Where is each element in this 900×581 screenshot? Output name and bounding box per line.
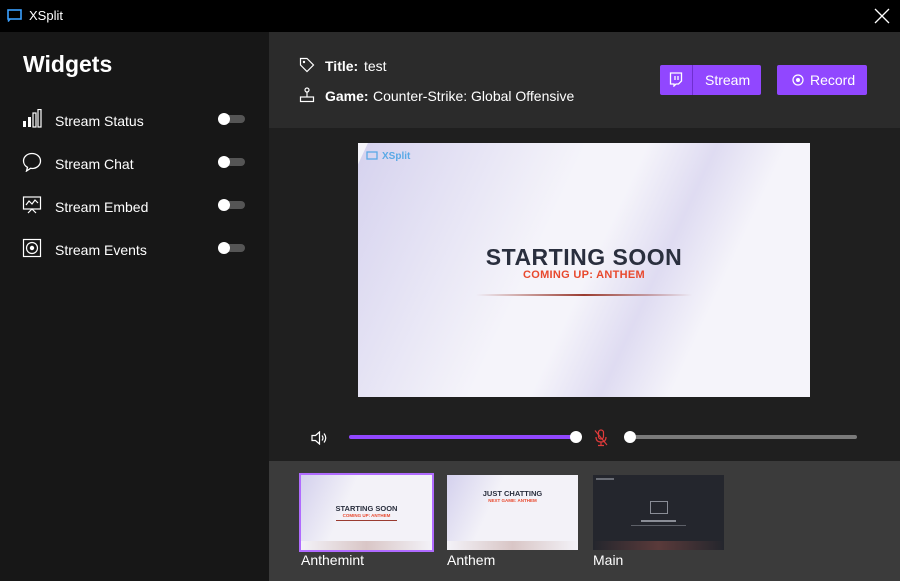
widget-label: Stream Chat [55, 156, 134, 172]
scene-preview[interactable]: XSplit STARTING SOON COMING UP: ANTHEM [358, 143, 810, 397]
stream-button-label: Stream [705, 72, 751, 88]
thumb-title: JUST CHATTING [482, 489, 543, 498]
close-icon[interactable] [868, 4, 896, 28]
widget-item-stream-status[interactable]: Stream Status [0, 102, 269, 138]
speaker-volume-thumb[interactable] [570, 431, 582, 443]
stream-info-header: Title: test Game: Counter-Strike: Global… [269, 32, 900, 128]
stream-button[interactable]: Stream [660, 65, 761, 95]
title-bar: XSplit [0, 0, 900, 32]
stream-events-toggle[interactable] [218, 242, 245, 254]
preview-title: STARTING SOON [485, 244, 683, 270]
title-label: Title: [325, 58, 359, 74]
scene-anthemint[interactable]: STARTING SOON COMING UP: ANTHEM Anthemin… [299, 473, 434, 568]
game-label: Game: [325, 88, 369, 104]
preview-subtitle: COMING UP: ANTHEM [522, 269, 646, 281]
thumb-footer [301, 541, 432, 550]
widget-label: Stream Status [55, 113, 144, 129]
thumb-decoration [631, 525, 686, 526]
widget-item-stream-events[interactable]: Stream Events [0, 231, 269, 267]
xsplit-logo-icon [366, 151, 378, 160]
joystick-icon [299, 87, 315, 103]
chat-bubble-icon [22, 152, 42, 172]
scene-label: Anthem [447, 552, 496, 568]
thumb-decoration [641, 520, 676, 522]
record-button[interactable]: Record [777, 65, 867, 95]
preview-divider [476, 294, 692, 296]
toggle-knob [218, 242, 230, 254]
scene-thumbnail: STARTING SOON COMING UP: ANTHEM [299, 473, 434, 552]
twitch-icon-box [660, 65, 693, 95]
widgets-sidebar: Widgets Stream Status Stream Chat Stream… [0, 32, 269, 581]
thumb-subtitle: COMING UP: ANTHEM [342, 513, 391, 518]
thumb-footer [593, 541, 724, 550]
game-value[interactable]: Counter-Strike: Global Offensive [373, 88, 574, 104]
thumb-title: STARTING SOON [335, 504, 398, 513]
scene-thumbnail [593, 475, 724, 550]
thumb-divider [336, 520, 397, 521]
title-value[interactable]: test [364, 58, 387, 74]
thumb-subtitle: NEXT GAME: ANTHEM [488, 498, 537, 503]
stream-status-toggle[interactable] [218, 113, 245, 125]
mic-muted-icon[interactable] [594, 429, 608, 447]
stream-chat-toggle[interactable] [218, 156, 245, 168]
record-icon [792, 74, 804, 86]
scenes-strip: STARTING SOON COMING UP: ANTHEM Anthemin… [269, 461, 900, 581]
widget-label: Stream Embed [55, 199, 149, 215]
mic-volume-slider[interactable] [624, 431, 857, 443]
toggle-knob [218, 113, 230, 125]
scene-label: Main [593, 552, 624, 568]
signal-bars-icon [23, 109, 42, 128]
toggle-knob [218, 199, 230, 211]
app-title: XSplit [29, 8, 63, 23]
target-icon [22, 238, 42, 258]
speaker-volume-slider[interactable] [349, 431, 582, 443]
monitor-icon [650, 501, 668, 514]
thumb-decoration [447, 475, 511, 550]
twitch-icon [669, 72, 683, 87]
sidebar-heading: Widgets [23, 51, 113, 77]
thumb-footer [447, 541, 578, 550]
speaker-icon[interactable] [311, 431, 329, 445]
tag-icon [299, 57, 315, 73]
presentation-chart-icon [22, 196, 42, 214]
xsplit-logo-icon [7, 9, 22, 22]
audio-controls [269, 423, 900, 453]
scene-thumbnail: JUST CHATTING NEXT GAME: ANTHEM [447, 475, 578, 550]
widget-item-stream-embed[interactable]: Stream Embed [0, 188, 269, 224]
widget-label: Stream Events [55, 242, 147, 258]
mic-volume-thumb[interactable] [624, 431, 636, 443]
scene-label: Anthemint [301, 552, 365, 568]
scene-main[interactable]: Main [593, 475, 724, 568]
record-button-label: Record [810, 72, 856, 88]
preview-brand: XSplit [382, 151, 411, 162]
preview-area: XSplit STARTING SOON COMING UP: ANTHEM [269, 128, 900, 461]
thumb-decoration [596, 478, 614, 480]
stream-embed-toggle[interactable] [218, 199, 245, 211]
scene-anthem[interactable]: JUST CHATTING NEXT GAME: ANTHEM Anthem [447, 475, 578, 568]
toggle-knob [218, 156, 230, 168]
widget-item-stream-chat[interactable]: Stream Chat [0, 145, 269, 181]
